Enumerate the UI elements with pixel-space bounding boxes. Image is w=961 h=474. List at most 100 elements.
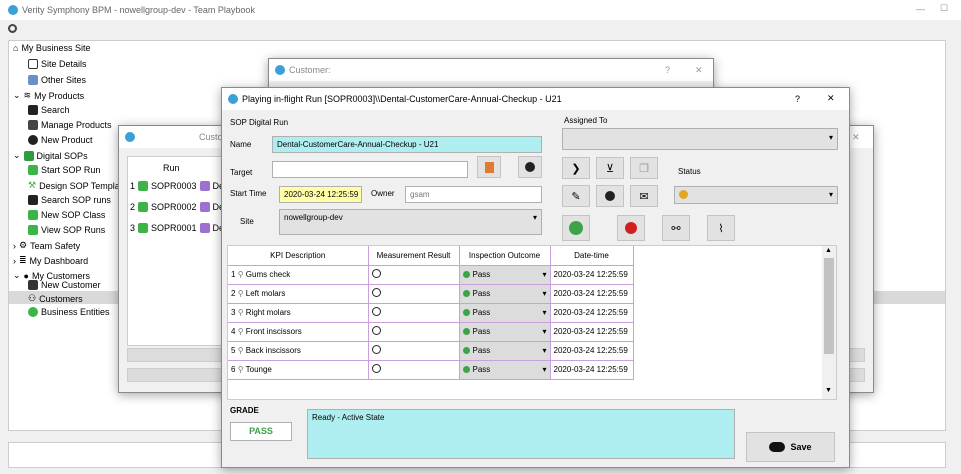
start-run-icon (28, 165, 38, 175)
email-button[interactable]: ✉ (630, 185, 658, 207)
scrollbar-thumb[interactable] (824, 258, 834, 354)
chevron-down-icon: ▾ (542, 308, 547, 317)
collapse-chevron-icon[interactable]: › (13, 241, 16, 251)
notes-button[interactable]: ✎ (562, 185, 590, 207)
collapse-chevron-icon[interactable]: › (13, 256, 16, 266)
outcome-select[interactable]: Pass ▾ (459, 341, 551, 361)
toolbar-circle-icon[interactable] (8, 24, 17, 33)
measurement-cell[interactable] (368, 265, 460, 285)
outcome-select[interactable]: Pass ▾ (459, 284, 551, 304)
runs-row[interactable]: 2 SOPR0002 De (130, 202, 224, 212)
outcome-select[interactable]: Pass ▾ (459, 265, 551, 285)
measurement-cell[interactable] (368, 360, 460, 380)
measurement-cell[interactable] (368, 284, 460, 304)
table-row[interactable]: 6 ⚲ Tounge Pass ▾ 2020-03-24 12:25:59 (228, 360, 634, 380)
assigned-to-select[interactable]: ▾ (562, 128, 838, 150)
notes-icon: ✎ (571, 190, 581, 203)
person-icon: ● (23, 270, 29, 281)
tree-business-entities[interactable]: Business Entities (28, 307, 120, 317)
table-row[interactable]: 5 ⚲ Back inscissors Pass ▾ 2020-03-24 12:25… (228, 341, 634, 361)
tree-my-products[interactable]: ⌄ ≋ My Products (13, 90, 84, 101)
gauge-icon (371, 326, 381, 335)
cart-button[interactable]: ⊻ (596, 157, 624, 179)
measurement-cell[interactable] (368, 322, 460, 342)
table-row[interactable]: 3 ⚲ Right molars Pass ▾ 2020-03-24 12:25:59 (228, 303, 634, 323)
approve-button[interactable] (562, 215, 590, 241)
tree-my-business-site[interactable]: ⌂ My Business Site (13, 43, 90, 53)
help-button[interactable]: ? (795, 94, 800, 104)
close-button[interactable]: ✕ (695, 65, 703, 76)
outcome-select[interactable]: Pass ▾ (459, 322, 551, 342)
measurement-cell[interactable] (368, 303, 460, 323)
grade-value: PASS (230, 422, 292, 441)
column-header-datetime: Date-time (550, 246, 634, 266)
column-header-measurement: Measurement Result (368, 246, 460, 266)
scroll-up-icon[interactable]: ▲ (825, 247, 832, 254)
tree-start-sop-run[interactable]: Start SOP Run (28, 165, 100, 175)
copy-button[interactable]: ❐ (630, 157, 658, 179)
customer-dialog-title: Customer: (289, 65, 331, 75)
expand-chevron-icon[interactable]: ⌄ (13, 150, 21, 161)
measurement-cell[interactable] (368, 341, 460, 361)
table-row[interactable]: 1 ⚲ Gums check Pass ▾ 2020-03-24 12:25:59 (228, 265, 634, 285)
database-icon: ≣ (19, 255, 27, 265)
stop-circle-icon (625, 222, 637, 234)
outcome-select[interactable]: Pass ▾ (459, 360, 551, 380)
owner-field[interactable]: gsam (405, 186, 542, 203)
tree-search[interactable]: Search (28, 105, 70, 115)
expand-button[interactable]: ❯ (562, 157, 590, 179)
tree-manage-products[interactable]: Manage Products (28, 120, 112, 130)
layers-icon: ≋ (23, 90, 32, 100)
status-select[interactable]: ▾ (674, 186, 838, 204)
table-row[interactable]: 4 ⚲ Front inscissors Pass ▾ 2020-03-24 12:2… (228, 322, 634, 342)
tree-new-sop-class[interactable]: New SOP Class (28, 210, 120, 220)
tree-design-sop-templates[interactable]: ⚒Design SOP Templates (28, 180, 120, 191)
tree-site-details[interactable]: Site Details (28, 59, 87, 69)
expand-chevron-icon[interactable]: ⌄ (13, 270, 21, 281)
inspect-button[interactable]: ⚯ (662, 215, 690, 241)
stop-button[interactable] (617, 215, 645, 241)
outcome-select[interactable]: Pass ▾ (459, 303, 551, 323)
tree-new-customer[interactable]: New Customer (28, 280, 120, 290)
app-logo-icon (8, 5, 18, 15)
tree-view-sop-runs[interactable]: View SOP Runs (28, 225, 120, 235)
tree-other-sites[interactable]: Other Sites (28, 75, 86, 85)
clipboard-button[interactable] (477, 156, 501, 178)
runs-row[interactable]: 3 SOPR0001 De (130, 223, 224, 233)
start-time-field[interactable]: 2020-03-24 12:25:59 (279, 186, 362, 203)
expand-chevron-icon[interactable]: ⌄ (13, 90, 21, 101)
site-select[interactable]: nowellgroup-dev ▾ (279, 209, 542, 235)
tree-digital-sops[interactable]: ⌄ Digital SOPs (13, 150, 88, 161)
add-target-button[interactable] (518, 156, 542, 178)
datetime-cell: 2020-03-24 12:25:59 (550, 360, 634, 380)
datetime-cell: 2020-03-24 12:25:59 (550, 284, 634, 304)
help-button[interactable]: ? (665, 65, 670, 75)
kpi-cell: 2 ⚲ Left molars (228, 284, 369, 304)
target-field[interactable] (272, 161, 468, 178)
close-button[interactable]: ✕ (852, 132, 860, 143)
tree-search-sop-runs[interactable]: Search SOP runs (28, 195, 120, 205)
check-circle-icon (462, 328, 470, 336)
column-header-outcome: Inspection Outcome (459, 246, 551, 266)
datetime-cell: 2020-03-24 12:25:59 (550, 265, 634, 285)
table-scrollbar[interactable]: ▲ ▼ (822, 246, 836, 399)
name-field[interactable]: Dental-CustomerCare-Annual-Checkup - U21 (272, 136, 542, 153)
owner-label: Owner (371, 189, 395, 198)
tree-team-safety[interactable]: › ⚙ Team Safety (13, 240, 80, 251)
maximize-button[interactable]: ☐ (940, 3, 948, 14)
people-icon: ⚇ (28, 293, 37, 303)
close-button[interactable]: ✕ (827, 93, 835, 104)
scroll-down-icon[interactable]: ▼ (825, 387, 832, 394)
tree-my-dashboard[interactable]: › ≣ My Dashboard (13, 255, 88, 266)
plus-circle-icon (28, 135, 38, 145)
info-button[interactable] (596, 185, 624, 207)
save-button[interactable]: Save (746, 432, 835, 462)
table-row[interactable]: 2 ⚲ Left molars Pass ▾ 2020-03-24 12:25:59 (228, 284, 634, 304)
tree-customers[interactable]: ⚇ Customers (28, 293, 120, 304)
minimize-button[interactable]: — (916, 4, 925, 14)
attach-button[interactable]: ⌇ (707, 215, 735, 241)
tree-new-product[interactable]: New Product (28, 135, 93, 145)
runs-row[interactable]: 1 SOPR0003 De (130, 181, 224, 191)
app-logo-icon (125, 132, 135, 142)
search-icon: ⚲ (237, 270, 244, 279)
